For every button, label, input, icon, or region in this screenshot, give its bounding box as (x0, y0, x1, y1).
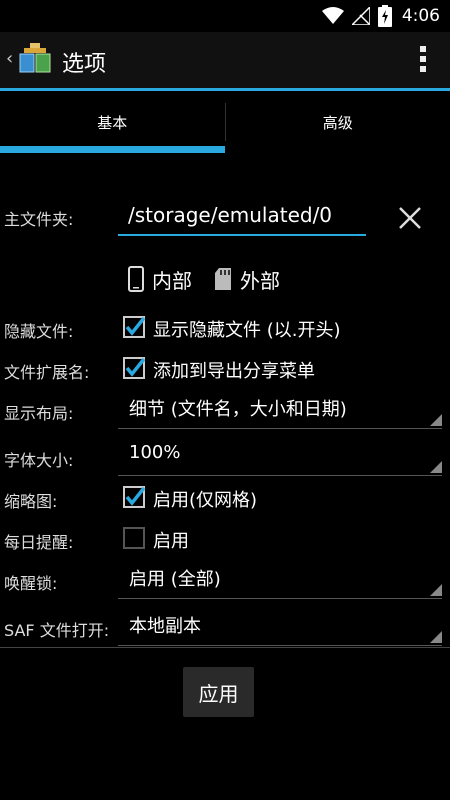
clear-icon[interactable] (392, 200, 428, 236)
daily-reminder-checkbox[interactable] (122, 526, 146, 550)
main-folder-value: /storage/emulated/0 (128, 203, 333, 227)
status-bar: 4:06 (0, 0, 450, 32)
thumbnails-text[interactable]: 启用(仅网格) (153, 486, 257, 512)
back-chevron-icon[interactable]: ‹ (6, 48, 13, 69)
phone-icon (128, 266, 144, 292)
tab-indicator (0, 146, 225, 153)
tab-basic-label: 基本 (97, 113, 128, 132)
internal-storage-button[interactable]: 内部 (128, 265, 192, 294)
display-layout-value: 细节 (文件名，大小和日期) (129, 399, 347, 420)
wake-lock-label: 唤醒锁: (4, 574, 58, 593)
tab-advanced-label: 高级 (322, 113, 353, 132)
hidden-files-label: 隐藏文件: (4, 322, 74, 341)
dropdown-arrow-icon (430, 631, 442, 643)
status-time: 4:06 (401, 6, 440, 26)
page-title: 选项 (62, 52, 107, 77)
font-size-label: 字体大小: (4, 451, 74, 470)
status-icons: 4:06 (321, 4, 440, 28)
no-signal-icon (351, 7, 370, 25)
sd-card-icon (215, 268, 231, 290)
dropdown-arrow-icon (430, 414, 442, 426)
display-layout-label: 显示布局: (4, 404, 74, 423)
hidden-files-checkbox[interactable] (122, 315, 146, 339)
external-storage-label: 外部 (240, 268, 280, 293)
wake-lock-value: 启用 (全部) (129, 569, 221, 590)
hidden-files-text[interactable]: 显示隐藏文件 (以.开头) (153, 316, 341, 342)
app-logo-icon[interactable] (16, 40, 56, 80)
font-size-spinner[interactable]: 100% (118, 436, 442, 476)
saf-open-spinner[interactable]: 本地副本 (118, 606, 442, 646)
wifi-icon (321, 7, 344, 24)
saf-open-label: SAF 文件打开: (4, 621, 110, 640)
dropdown-arrow-icon (430, 584, 442, 596)
thumbnails-label: 缩略图: (4, 492, 58, 511)
font-size-value: 100% (129, 442, 181, 463)
display-layout-spinner[interactable]: 细节 (文件名，大小和日期) (118, 389, 442, 429)
storage-selector: 内部 外部 (128, 262, 302, 296)
action-bar: ‹ 选项 (0, 32, 450, 88)
tab-basic[interactable]: 基本 (0, 91, 225, 153)
battery-icon (377, 5, 392, 27)
file-extension-checkbox[interactable] (122, 356, 146, 380)
dropdown-arrow-icon (430, 461, 442, 473)
saf-open-value: 本地副本 (129, 616, 201, 637)
external-storage-button[interactable]: 外部 (214, 265, 280, 294)
internal-storage-label: 内部 (152, 268, 192, 293)
tab-advanced[interactable]: 高级 (226, 91, 450, 153)
main-folder-label: 主文件夹: (4, 210, 74, 229)
tab-bar: 基本 高级 (0, 91, 450, 153)
daily-reminder-text[interactable]: 启用 (153, 527, 189, 553)
wake-lock-spinner[interactable]: 启用 (全部) (118, 559, 442, 599)
thumbnails-checkbox[interactable] (122, 485, 146, 509)
overflow-menu-icon[interactable] (418, 44, 428, 76)
footer-divider (0, 647, 450, 648)
apply-button[interactable]: 应用 (183, 667, 254, 717)
main-folder-input[interactable]: /storage/emulated/0 (118, 196, 366, 236)
daily-reminder-label: 每日提醒: (4, 533, 74, 552)
file-extension-label: 文件扩展名: (4, 363, 90, 382)
file-extension-text[interactable]: 添加到导出分享菜单 (153, 357, 315, 383)
